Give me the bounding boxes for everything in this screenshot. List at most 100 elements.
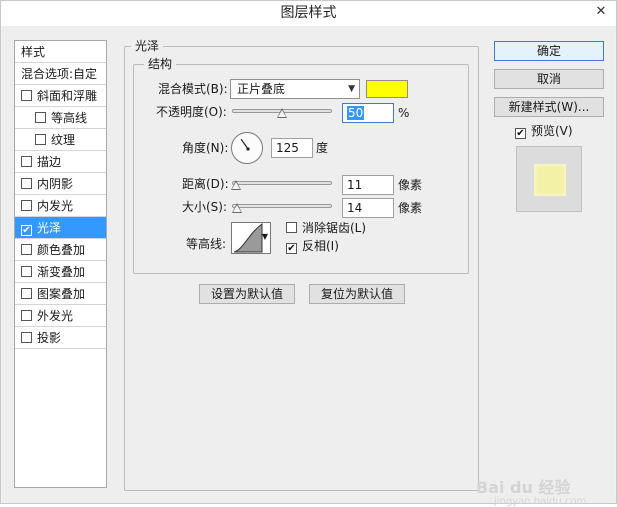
chevron-down-icon: ▼ <box>261 232 268 241</box>
style-preview-swatch <box>534 164 566 196</box>
opacity-slider-thumb[interactable] <box>277 108 287 118</box>
checkbox-icon[interactable] <box>21 200 32 211</box>
style-item-label: 渐变叠加 <box>37 265 86 279</box>
opacity-slider[interactable] <box>232 105 332 119</box>
style-item-label: 外发光 <box>37 309 74 323</box>
style-item-label: 斜面和浮雕 <box>37 89 98 103</box>
color-swatch[interactable] <box>366 80 408 98</box>
style-item-label: 等高线 <box>51 111 88 125</box>
close-icon[interactable]: ✕ <box>592 3 610 21</box>
opacity-value: 50 <box>347 106 365 120</box>
style-list: 样式 混合选项:自定 斜面和浮雕等高线纹理描边内阴影内发光 ✔ 光泽颜色叠加渐变叠加… <box>14 40 107 488</box>
style-item[interactable]: 内发光 <box>15 195 106 217</box>
checkbox-icon[interactable] <box>21 310 32 321</box>
style-item-label: 纹理 <box>51 133 76 147</box>
distance-input[interactable]: 11 <box>342 175 394 195</box>
checkbox-icon[interactable] <box>21 244 32 255</box>
checkbox-icon[interactable] <box>21 288 32 299</box>
title-bar: 图层样式 ✕ <box>1 1 616 26</box>
preview-check-icon: ✔ <box>515 128 526 139</box>
angle-dial[interactable] <box>231 132 263 164</box>
size-slider-thumb[interactable] <box>232 203 242 213</box>
style-item-label: 内阴影 <box>37 177 74 191</box>
style-item[interactable]: 投影 <box>15 327 106 349</box>
checkbox-icon[interactable] <box>21 156 32 167</box>
angle-unit: 度 <box>316 141 329 155</box>
opacity-unit: % <box>398 106 410 120</box>
distance-label: 距离(D): <box>182 177 229 191</box>
size-unit: 像素 <box>398 201 423 215</box>
checkbox-icon[interactable] <box>35 134 46 145</box>
style-item-label: 图案叠加 <box>37 287 86 301</box>
size-label: 大小(S): <box>182 200 228 214</box>
checkbox-icon[interactable] <box>21 178 32 189</box>
watermark-brand: Bai du <box>476 478 533 497</box>
style-item-label: 内发光 <box>37 199 74 213</box>
style-item-label: 光泽 <box>37 221 62 235</box>
style-item-label: 描边 <box>37 155 62 169</box>
opacity-label: 不透明度(O): <box>156 105 227 119</box>
style-item[interactable]: 等高线 <box>15 107 106 129</box>
size-input[interactable]: 14 <box>342 198 394 218</box>
dialog-body: 样式 混合选项:自定 斜面和浮雕等高线纹理描边内阴影内发光 ✔ 光泽颜色叠加渐变叠加… <box>2 26 615 507</box>
satin-group: 光泽 结构 混合模式(B): 正片叠底 ▼ 不透明度(O): 50 % 角度(N… <box>124 38 479 491</box>
style-item[interactable]: 颜色叠加 <box>15 239 106 261</box>
blend-mode-label: 混合模式(B): <box>158 82 228 96</box>
distance-slider-track <box>232 181 332 185</box>
distance-unit: 像素 <box>398 178 423 192</box>
style-list-header: 样式 <box>15 41 106 63</box>
style-item-label: 投影 <box>37 331 62 345</box>
antialias-checkbox[interactable]: 消除锯齿(L) <box>286 219 366 237</box>
structure-group: 结构 混合模式(B): 正片叠底 ▼ 不透明度(O): 50 % 角度(N): <box>133 56 469 274</box>
style-item-label: 颜色叠加 <box>37 243 86 257</box>
structure-group-title: 结构 <box>144 56 177 72</box>
size-slider[interactable] <box>232 200 332 214</box>
distance-slider-thumb[interactable] <box>231 180 241 190</box>
style-item[interactable]: 图案叠加 <box>15 283 106 305</box>
size-value: 14 <box>347 201 363 215</box>
contour-picker[interactable]: ▼ <box>231 222 271 254</box>
cancel-button[interactable]: 取消 <box>494 69 604 89</box>
style-item[interactable]: 斜面和浮雕 <box>15 85 106 107</box>
style-item[interactable]: 纹理 <box>15 129 106 151</box>
preview-checkbox[interactable]: ✔ 预览(V) <box>515 122 573 140</box>
checkbox-icon[interactable]: ✔ <box>21 225 32 236</box>
reset-default-button[interactable]: 复位为默认值 <box>309 284 405 304</box>
blend-options-item[interactable]: 混合选项:自定 <box>15 63 106 85</box>
preview-label: 预览(V) <box>531 124 573 138</box>
contour-curve-icon <box>233 223 263 253</box>
make-default-button[interactable]: 设置为默认值 <box>199 284 295 304</box>
new-style-button[interactable]: 新建样式(W)... <box>494 97 604 117</box>
blend-mode-select[interactable]: 正片叠底 ▼ <box>230 79 360 99</box>
invert-checkbox[interactable]: ✔ 反相(I) <box>286 237 339 255</box>
angle-value: 125 <box>276 141 299 155</box>
antialias-label: 消除锯齿(L) <box>302 221 367 235</box>
satin-group-title: 光泽 <box>131 38 164 54</box>
angle-input[interactable]: 125 <box>271 138 313 158</box>
style-item[interactable]: 渐变叠加 <box>15 261 106 283</box>
checkbox-icon[interactable] <box>21 332 32 343</box>
watermark-url: jingyan.baidu.com <box>494 496 587 507</box>
baidu-watermark-logo: Bai du 经验 jingyan.baidu.com <box>476 474 586 507</box>
size-slider-track <box>232 204 332 208</box>
distance-value: 11 <box>347 178 363 192</box>
style-item[interactable]: 描边 <box>15 151 106 173</box>
style-item[interactable]: 内阴影 <box>15 173 106 195</box>
checkbox-icon[interactable] <box>35 112 46 123</box>
angle-dial-needle <box>240 138 250 151</box>
contour-label: 等高线: <box>186 237 227 251</box>
checkbox-icon[interactable] <box>21 266 32 277</box>
layer-style-dialog: 图层样式 ✕ 样式 混合选项:自定 斜面和浮雕等高线纹理描边内阴影内发光 ✔ 光泽颜… <box>0 0 617 507</box>
style-item[interactable]: 外发光 <box>15 305 106 327</box>
invert-label: 反相(I) <box>302 239 339 253</box>
style-item[interactable]: ✔ 光泽 <box>15 217 106 239</box>
ok-button[interactable]: 确定 <box>494 41 604 61</box>
opacity-input[interactable]: 50 <box>342 103 394 123</box>
blend-mode-value: 正片叠底 <box>237 82 286 96</box>
checkbox-icon[interactable] <box>21 90 32 101</box>
antialias-check-icon <box>286 222 297 233</box>
distance-slider[interactable] <box>231 177 332 191</box>
chevron-down-icon: ▼ <box>348 84 355 94</box>
style-preview-thumbnail <box>516 146 582 212</box>
dialog-title: 图层样式 <box>280 5 337 21</box>
